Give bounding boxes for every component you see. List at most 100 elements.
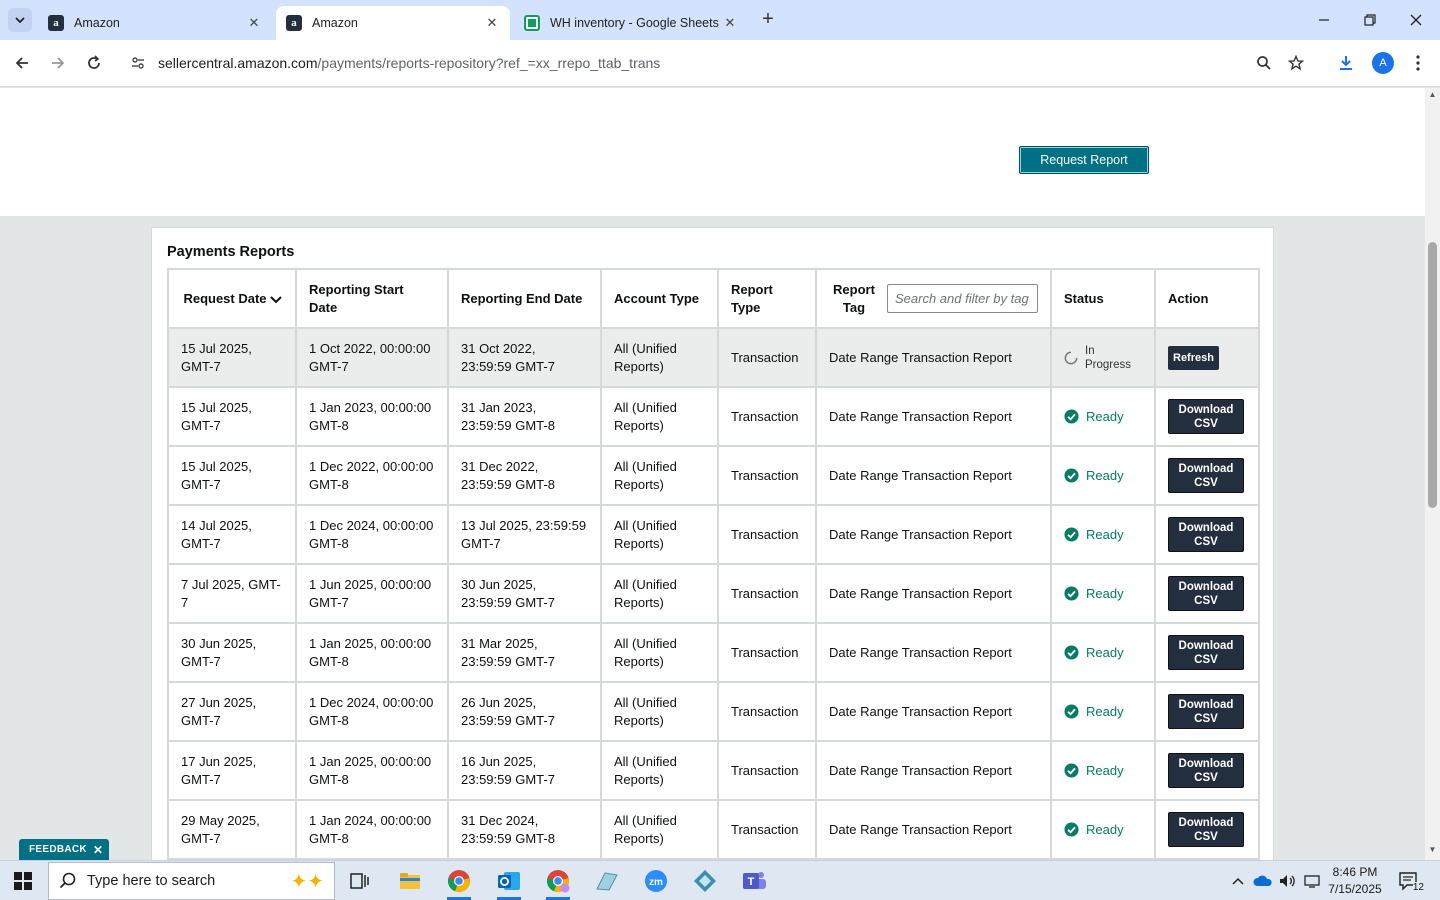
refresh-button[interactable]: Refresh <box>1168 345 1219 370</box>
app-diamond-icon[interactable] <box>689 865 721 897</box>
download-csv-button[interactable]: Download CSV <box>1168 576 1244 611</box>
table-row: 17 Jun 2025, GMT-7 1 Jan 2025, 00:00:00 G… <box>167 740 1260 801</box>
status-indicator: Ready <box>1064 585 1142 603</box>
scroll-down-icon[interactable]: ▼ <box>1428 846 1437 854</box>
scrollbar-thumb[interactable] <box>1428 242 1437 508</box>
chrome-icon[interactable] <box>443 865 475 900</box>
cell-action: Download CSV <box>1154 622 1260 683</box>
bookmark-star-icon[interactable] <box>1286 53 1306 73</box>
tablet-app-icon[interactable] <box>591 865 623 897</box>
tab-search-button[interactable] <box>8 8 32 32</box>
cell-action: Download CSV <box>1154 563 1260 624</box>
chrome-profile-icon[interactable] <box>542 865 574 900</box>
col-request-date[interactable]: Request Date <box>167 268 297 329</box>
browser-menu-button[interactable] <box>1405 50 1431 76</box>
cell-end-date: 26 Jun 2025, 23:59:59 GMT-7 <box>447 681 602 742</box>
download-csv-button[interactable]: Download CSV <box>1168 399 1244 434</box>
cell-start-date: 1 Jan 2024, 00:00:00 GMT-8 <box>295 799 449 860</box>
cell-request-date: 7 Jul 2025, GMT-7 <box>167 563 297 624</box>
windows-start-button[interactable] <box>14 872 32 890</box>
volume-icon[interactable] <box>1278 861 1296 900</box>
tab-title: WH inventory - Google Sheets <box>550 16 719 30</box>
site-info-icon[interactable] <box>128 53 148 73</box>
download-csv-button[interactable]: Download CSV <box>1168 458 1244 493</box>
zoom-app-icon[interactable]: zm <box>640 865 672 897</box>
tag-filter-input[interactable] <box>887 284 1038 313</box>
cell-status: Ready <box>1050 386 1156 447</box>
back-button[interactable] <box>9 50 35 76</box>
close-icon[interactable]: ✕ <box>722 15 738 31</box>
notification-center-icon[interactable]: 12 <box>1398 871 1424 893</box>
cell-action: Download CSV <box>1154 504 1260 565</box>
table-header-row: Request Date Reporting Start Date Report… <box>167 268 1260 329</box>
status-text: In Progress <box>1085 344 1132 371</box>
browser-tab[interactable]: a Amazon ✕ <box>38 6 272 40</box>
cell-end-date: 31 Jan 2023, 23:59:59 GMT-8 <box>447 386 602 447</box>
cell-report-tag: Date Range Transaction Report <box>815 504 1052 565</box>
minimize-button[interactable] <box>1312 8 1336 32</box>
chevron-down-icon[interactable] <box>269 292 283 306</box>
check-circle-icon <box>1064 822 1079 837</box>
new-tab-button[interactable]: + <box>758 9 778 30</box>
page-viewport: Request Report Payments Reports Request … <box>0 88 1425 860</box>
status-text: Ready <box>1086 467 1124 483</box>
reports-table: Request Date Reporting Start Date Report… <box>167 268 1260 860</box>
download-csv-button[interactable]: Download CSV <box>1168 635 1244 670</box>
cell-report-tag: Date Range Transaction Report <box>815 622 1052 683</box>
cell-request-date: 15 Jul 2025, GMT-7 <box>167 445 297 506</box>
request-report-button[interactable]: Request Report <box>1019 146 1149 174</box>
cell-end-date: 31 Dec 2024, 23:59:59 GMT-8 <box>447 799 602 860</box>
download-csv-button[interactable]: Download CSV <box>1168 694 1244 729</box>
teams-icon[interactable]: T <box>738 865 770 897</box>
spinner-icon <box>1064 351 1078 364</box>
cell-request-date: 30 Jun 2025, GMT-7 <box>167 622 297 683</box>
close-window-button[interactable] <box>1404 8 1428 32</box>
feedback-tab[interactable]: FEEDBACK ✕ <box>19 839 110 860</box>
cell-report-type: Transaction <box>717 504 817 565</box>
zoom-icon[interactable] <box>1254 53 1274 73</box>
col-start-date: Reporting Start Date <box>295 268 449 329</box>
col-report-tag-label: Report Tag <box>833 281 875 315</box>
status-indicator: Ready <box>1064 762 1142 780</box>
feedback-label: FEEDBACK <box>29 844 87 855</box>
browser-tab-active[interactable]: a Amazon ✕ <box>276 6 510 40</box>
onedrive-icon[interactable] <box>1253 861 1273 900</box>
task-view-icon[interactable] <box>344 865 376 897</box>
cell-report-tag: Date Range Transaction Report <box>815 327 1052 388</box>
close-icon[interactable]: ✕ <box>484 15 500 31</box>
cell-start-date: 1 Jan 2025, 00:00:00 GMT-8 <box>295 740 449 801</box>
cell-request-date: 17 Jun 2025, GMT-7 <box>167 740 297 801</box>
address-bar[interactable]: sellercentral.amazon.com/payments/report… <box>120 47 1320 79</box>
close-icon <box>1410 14 1422 26</box>
status-indicator: Ready <box>1064 821 1142 839</box>
cell-request-date: 29 May 2025, GMT-7 <box>167 799 297 860</box>
cell-start-date: 1 Jan 2025, 00:00:00 GMT-8 <box>295 622 449 683</box>
browser-tab[interactable]: WH inventory - Google Sheets ✕ <box>514 6 748 40</box>
file-explorer-icon[interactable] <box>394 865 426 897</box>
downloads-button[interactable] <box>1333 50 1359 76</box>
reload-button[interactable] <box>81 50 107 76</box>
scroll-up-icon[interactable]: ▲ <box>1428 91 1437 99</box>
forward-button[interactable] <box>45 50 71 76</box>
taskbar-clock[interactable]: 8:46 PM 7/15/2025 <box>1320 864 1390 898</box>
download-csv-button[interactable]: Download CSV <box>1168 753 1244 788</box>
close-icon[interactable]: ✕ <box>93 843 103 857</box>
taskbar-search-box[interactable]: Type here to search ✦✦ <box>48 862 335 900</box>
download-csv-button[interactable]: Download CSV <box>1168 517 1244 552</box>
tray-overflow-icon[interactable] <box>1231 861 1245 900</box>
download-csv-button[interactable]: Download CSV <box>1168 812 1244 847</box>
status-text: Ready <box>1086 408 1124 424</box>
outlook-icon[interactable] <box>493 865 525 900</box>
page-scrollbar[interactable]: ▲ ▼ <box>1425 88 1440 860</box>
cell-report-type: Transaction <box>717 622 817 683</box>
clock-date: 7/15/2025 <box>1328 882 1382 896</box>
restore-button[interactable] <box>1358 8 1382 32</box>
cell-end-date: 30 Jun 2025, 23:59:59 GMT-7 <box>447 563 602 624</box>
taskbar-search-placeholder: Type here to search <box>87 873 216 889</box>
cell-status: In Progress <box>1050 327 1156 388</box>
close-icon[interactable]: ✕ <box>246 15 262 31</box>
network-icon[interactable] <box>1303 861 1321 900</box>
amazon-favicon: a <box>48 15 64 31</box>
profile-avatar[interactable]: A <box>1372 52 1394 74</box>
cell-start-date: 1 Jan 2023, 00:00:00 GMT-8 <box>295 386 449 447</box>
